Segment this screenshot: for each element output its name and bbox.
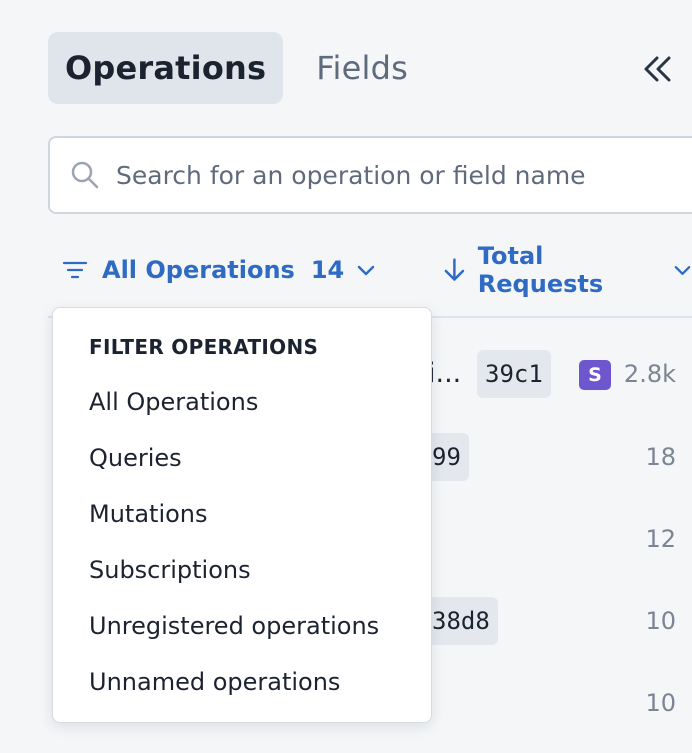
arrow-down-icon [444, 258, 465, 281]
filter-option-unregistered[interactable]: Unregistered operations [89, 612, 379, 640]
filter-option-unnamed[interactable]: Unnamed operations [89, 668, 340, 696]
request-count: 12 [645, 525, 676, 553]
search-box [48, 136, 692, 214]
collapse-sidebar-button[interactable] [640, 52, 674, 86]
request-count: 10 [645, 689, 676, 717]
filter-icon [62, 261, 88, 279]
filter-label: All Operations [102, 256, 295, 284]
filter-operations-button[interactable]: All Operations 14 [62, 250, 376, 290]
request-count: 2.8k [623, 360, 676, 388]
request-count: 10 [645, 607, 676, 635]
sort-total-requests-button[interactable]: Total Requests [443, 242, 692, 298]
dropdown-heading: FILTER OPERATIONS [89, 335, 319, 359]
search-input[interactable] [114, 159, 678, 191]
filter-count: 14 [310, 256, 345, 284]
chevron-down-icon [358, 265, 375, 276]
operation-id: 39c1 [477, 350, 551, 398]
filter-option-mutations[interactable]: Mutations [89, 500, 208, 528]
sort-label: Total Requests [477, 242, 604, 298]
double-chevron-left-icon [644, 56, 671, 82]
search-icon [71, 161, 99, 189]
filter-option-all-operations[interactable]: All Operations [89, 388, 258, 416]
tab-fields[interactable]: Fields [299, 32, 425, 104]
subscription-badge: S [579, 360, 611, 390]
filter-option-subscriptions[interactable]: Subscriptions [89, 556, 251, 584]
tab-operations[interactable]: Operations [48, 32, 284, 104]
operation-name: i... [428, 358, 462, 389]
request-count: 18 [645, 443, 676, 471]
sidebar-tabs: Operations Fields [48, 32, 425, 104]
filter-option-queries[interactable]: Queries [89, 444, 182, 472]
chevron-down-icon [674, 266, 691, 275]
operation-id: 38d8 [424, 597, 498, 645]
filter-operations-dropdown: FILTER OPERATIONS All Operations Queries… [52, 307, 432, 723]
